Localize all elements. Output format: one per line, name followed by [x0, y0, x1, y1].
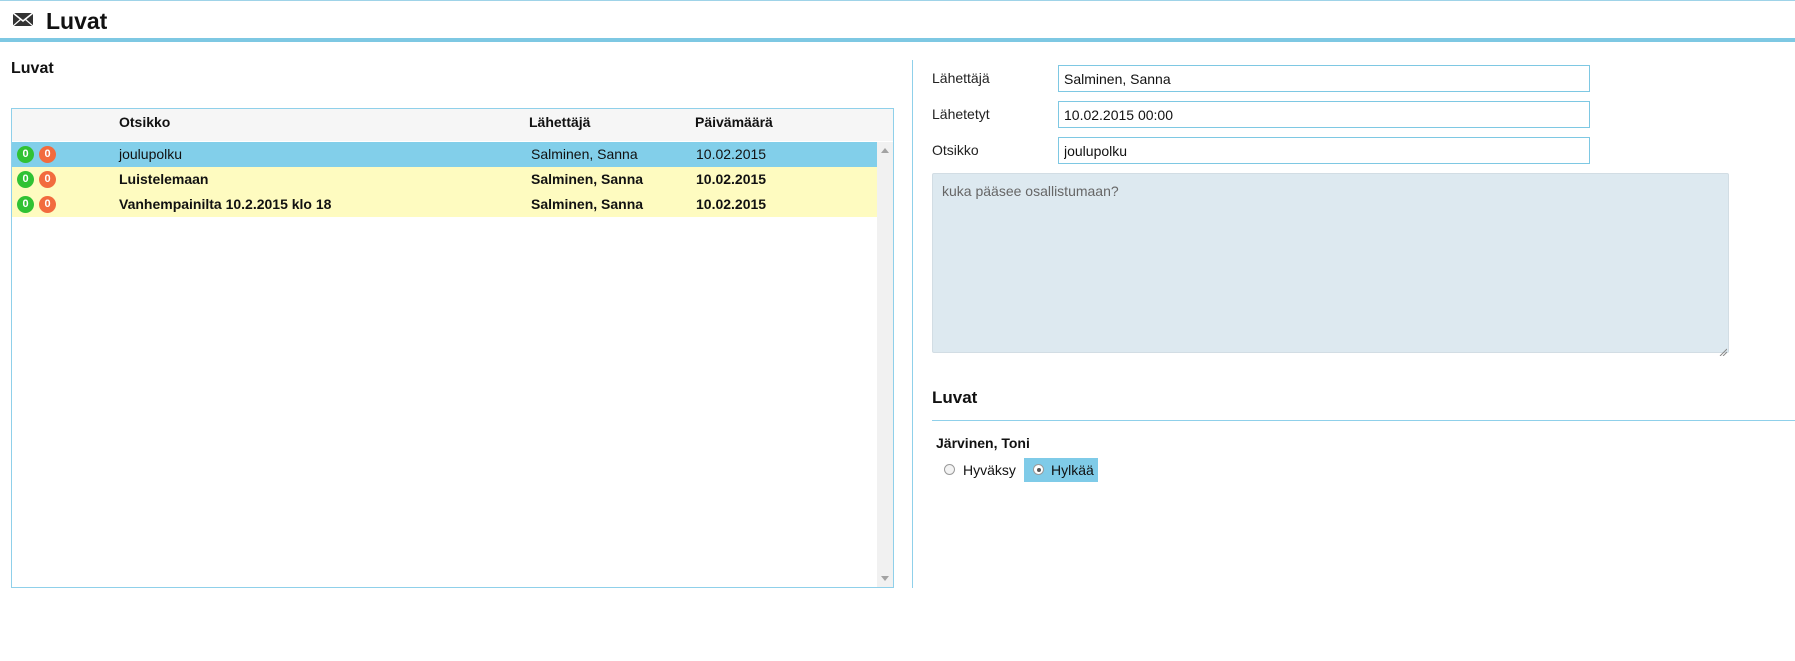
- message-body[interactable]: kuka pääsee osallistumaan?: [932, 173, 1729, 353]
- reject-label[interactable]: Hylkää: [1051, 462, 1094, 478]
- sent-date-field[interactable]: [1058, 101, 1590, 128]
- row-date: 10.02.2015: [696, 196, 767, 212]
- rejected-count-badge: 0: [39, 196, 56, 213]
- list-row[interactable]: 0 0 Luistelemaan Salminen, Sanna 10.02.2…: [12, 167, 877, 192]
- rejected-count-badge: 0: [39, 146, 56, 163]
- row-subject: joulupolku: [119, 146, 183, 162]
- header-bar: Luvat: [0, 0, 1795, 42]
- list-rows: 0 0 joulupolku Salminen, Sanna 10.02.201…: [12, 142, 877, 217]
- row-date: 10.02.2015: [696, 146, 767, 162]
- subject-field[interactable]: [1058, 137, 1590, 164]
- list-title: Luvat: [11, 60, 54, 77]
- approved-count-badge: 0: [17, 146, 34, 163]
- scroll-up-arrow-icon[interactable]: [881, 148, 889, 153]
- scroll-down-arrow-icon[interactable]: [881, 576, 889, 581]
- column-header-subject[interactable]: Otsikko: [119, 114, 170, 130]
- reject-option[interactable]: Hylkää: [1024, 458, 1098, 482]
- permission-person: Järvinen, Toni: [936, 435, 1030, 451]
- approved-count-badge: 0: [17, 196, 34, 213]
- subject-label: Otsikko: [932, 142, 979, 158]
- rejected-count-badge: 0: [39, 171, 56, 188]
- radio-selected-dot: [1036, 467, 1041, 472]
- page-title: Luvat: [46, 8, 108, 34]
- column-header-sender[interactable]: Lähettäjä: [529, 114, 590, 130]
- list-scrollbar[interactable]: [877, 142, 893, 587]
- approve-radio[interactable]: [944, 464, 955, 475]
- sender-field[interactable]: [1058, 65, 1590, 92]
- row-sender: Salminen, Sanna: [531, 196, 644, 212]
- list-row[interactable]: 0 0 Vanhempainilta 10.2.2015 klo 18 Salm…: [12, 192, 877, 217]
- row-subject: Luistelemaan: [119, 171, 209, 187]
- approved-count-badge: 0: [17, 171, 34, 188]
- column-header-date[interactable]: Päivämäärä: [695, 114, 773, 130]
- list-header: Otsikko Lähettäjä Päivämäärä: [12, 109, 893, 141]
- message-list: Otsikko Lähettäjä Päivämäärä 0 0 joulupo…: [11, 108, 894, 588]
- sent-label: Lähetetyt: [932, 106, 990, 122]
- pane-divider: [912, 60, 913, 588]
- permissions-title: Luvat: [932, 388, 978, 407]
- permissions-divider: [932, 420, 1795, 421]
- row-sender: Salminen, Sanna: [531, 171, 644, 187]
- reject-radio[interactable]: [1033, 464, 1044, 475]
- envelope-icon: [12, 12, 34, 31]
- row-sender: Salminen, Sanna: [531, 146, 638, 162]
- list-row[interactable]: 0 0 joulupolku Salminen, Sanna 10.02.201…: [12, 142, 877, 167]
- approve-label[interactable]: Hyväksy: [963, 462, 1016, 478]
- sender-label: Lähettäjä: [932, 70, 990, 86]
- approve-option[interactable]: Hyväksy: [940, 458, 1024, 482]
- row-date: 10.02.2015: [696, 171, 767, 187]
- resize-grip-icon[interactable]: [1719, 343, 1728, 361]
- row-subject: Vanhempainilta 10.2.2015 klo 18: [119, 196, 332, 212]
